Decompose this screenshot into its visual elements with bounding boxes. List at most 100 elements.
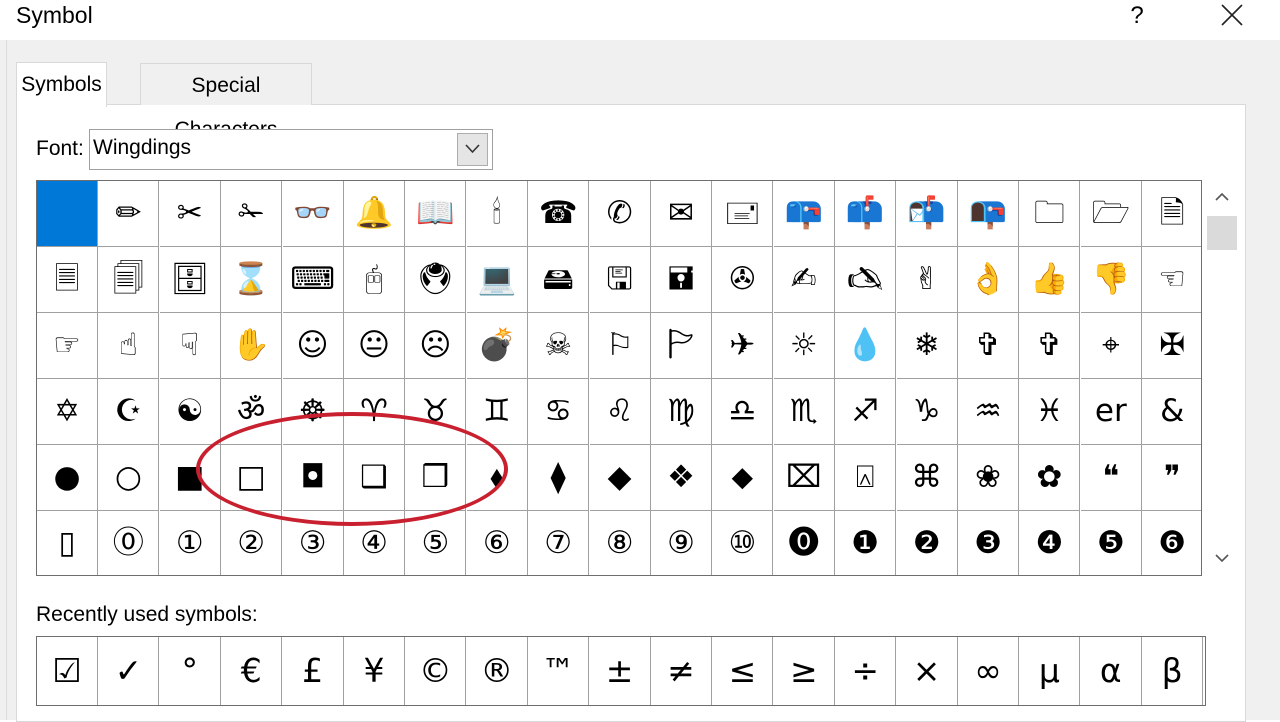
symbol-cell[interactable]: ✂ (159, 181, 221, 247)
recent-symbol-cell[interactable]: ÷ (835, 637, 897, 705)
symbol-cell[interactable]: ⑦ (528, 511, 590, 575)
symbol-cell[interactable]: ॐ (221, 379, 283, 445)
symbol-cell[interactable]: ✇ (712, 247, 774, 313)
symbol-cell[interactable]: ⓪ (98, 511, 160, 575)
symbol-cell[interactable]: ☎ (528, 181, 590, 247)
symbol-cell[interactable]: ⌛ (221, 247, 283, 313)
symbol-cell[interactable]: er (1080, 379, 1142, 445)
symbol-cell[interactable]: ❷ (897, 511, 958, 575)
symbol-cell[interactable]: ✍ (773, 247, 835, 313)
symbol-cell[interactable]: ♑ (896, 379, 958, 445)
symbol-cell[interactable]: ⬥ (712, 445, 774, 511)
recent-symbol-cell[interactable]: ≠ (651, 637, 712, 705)
recent-symbol-cell[interactable]: β (1142, 637, 1204, 705)
symbol-cell[interactable]: ❑ (344, 445, 405, 511)
help-button[interactable]: ? (1124, 0, 1150, 34)
recent-symbol-cell[interactable]: ∞ (958, 637, 1019, 705)
symbol-cell[interactable]: ③ (283, 511, 344, 575)
symbol-cell[interactable]: ◆ (589, 445, 651, 511)
symbol-cell[interactable]: ⌖ (1080, 313, 1142, 379)
symbol-cell[interactable]: ❞ (1142, 445, 1201, 511)
symbol-cell[interactable]: ♐ (835, 379, 897, 445)
symbol-cell[interactable]: ○ (98, 445, 160, 511)
recent-symbol-cell[interactable]: € (221, 637, 283, 705)
symbol-cell[interactable]: 🗏 (37, 247, 98, 313)
symbol-cell[interactable]: 🗀 (1019, 181, 1081, 247)
symbol-cell[interactable]: 💧 (835, 313, 897, 379)
recent-symbol-cell[interactable]: ® (467, 637, 528, 705)
symbol-cell[interactable]: ⧫ (528, 445, 590, 511)
recent-symbol-cell[interactable]: ° (160, 637, 221, 705)
symbol-cell[interactable]: ▯ (37, 511, 98, 575)
symbol-cell[interactable]: 💣 (466, 313, 528, 379)
symbol-cell[interactable]: 📪 (773, 181, 835, 247)
symbol-cell[interactable]: ♒ (958, 379, 1019, 445)
symbol-cell[interactable]: ☼ (773, 313, 835, 379)
symbol-cell[interactable]: ♌ (589, 379, 651, 445)
symbol-cell[interactable]: 💻 (466, 247, 528, 313)
symbol-cell[interactable]: ☝ (98, 313, 160, 379)
symbol-cell[interactable]: 📖 (405, 181, 467, 247)
scroll-down-button[interactable] (1207, 544, 1237, 574)
symbol-cell[interactable]: ⑥ (467, 511, 528, 575)
symbol-cell[interactable]: ✋ (221, 313, 283, 379)
close-button[interactable] (1212, 0, 1252, 34)
symbol-cell[interactable]: ⌧ (773, 445, 835, 511)
recent-symbol-cell[interactable]: ≥ (774, 637, 835, 705)
grid-scrollbar[interactable] (1207, 180, 1237, 576)
symbol-cell[interactable]: ✡ (37, 379, 98, 445)
symbol-cell[interactable]: ☺ (282, 313, 344, 379)
symbol-cell[interactable]: 🗁 (1080, 181, 1142, 247)
symbol-cell[interactable]: 🖰 (344, 247, 405, 313)
symbol-cell[interactable]: ✞ (958, 313, 1019, 379)
scroll-up-button[interactable] (1207, 182, 1237, 212)
symbol-cell[interactable]: ✈ (712, 313, 774, 379)
symbol-cell[interactable]: ✞ (1019, 313, 1081, 379)
symbol-cell[interactable]: 🖃 (712, 181, 774, 247)
symbol-cell[interactable]: 🗎 (1142, 181, 1201, 247)
symbol-cell[interactable]: 🔔 (344, 181, 405, 247)
symbol-cell[interactable]: 🗐 (98, 247, 160, 313)
symbol-cell[interactable]: 👌 (958, 247, 1019, 313)
symbol-cell[interactable]: ♍ (651, 379, 712, 445)
symbol-cell[interactable]: ⌨ (282, 247, 344, 313)
symbol-cell[interactable]: ♓ (1019, 379, 1081, 445)
symbol-cell[interactable]: ⬧ (466, 445, 528, 511)
symbol-cell[interactable]: 🖴 (528, 247, 590, 313)
symbol-cell[interactable]: ✏ (98, 181, 160, 247)
tab-special-characters[interactable]: Special Characters (140, 63, 312, 141)
symbol-cell[interactable]: ⚐ (589, 313, 651, 379)
symbol-cell[interactable]: ♊ (466, 379, 528, 445)
symbol-cell[interactable]: 🖫 (589, 247, 651, 313)
recent-symbol-cell[interactable]: £ (283, 637, 344, 705)
symbol-cell[interactable]: ❝ (1080, 445, 1142, 511)
symbol-cell[interactable]: ☟ (159, 313, 221, 379)
symbol-cell[interactable]: ✉ (651, 181, 712, 247)
symbol-cell[interactable]: ◘ (282, 445, 344, 511)
symbol-cell[interactable]: ♎ (712, 379, 774, 445)
symbol-cell[interactable]: ⑧ (590, 511, 651, 575)
symbol-cell[interactable]: ❀ (958, 445, 1019, 511)
symbol-cell[interactable]: ⓿ (774, 511, 835, 575)
symbol-cell[interactable]: ❺ (1081, 511, 1142, 575)
symbol-cell[interactable]: ✆ (589, 181, 651, 247)
symbol-cell[interactable]: ■ (159, 445, 221, 511)
symbol-cell[interactable]: ☞ (37, 313, 98, 379)
symbol-cell[interactable]: ① (160, 511, 221, 575)
symbol-cell[interactable]: ❒ (405, 445, 467, 511)
symbol-cell[interactable]: ⍓ (835, 445, 897, 511)
symbol-cell[interactable]: ☪ (98, 379, 160, 445)
recent-symbol-cell[interactable]: ≤ (712, 637, 774, 705)
symbol-cell[interactable]: ♏ (773, 379, 835, 445)
symbol-cell[interactable]: ● (37, 445, 98, 511)
symbol-cell[interactable]: ❖ (651, 445, 712, 511)
font-dropdown[interactable]: Wingdings (89, 129, 493, 170)
symbol-cell[interactable]: 😐 (344, 313, 405, 379)
recent-symbol-cell[interactable]: × (897, 637, 958, 705)
symbol-cell[interactable]: 📫 (835, 181, 897, 247)
symbol-cell[interactable]: ⑤ (405, 511, 467, 575)
symbol-cell[interactable]: ✌ (896, 247, 958, 313)
symbol-cell[interactable]: 🖬 (651, 247, 712, 313)
symbol-cell[interactable]: ✿ (1019, 445, 1081, 511)
symbol-cell[interactable]: ❶ (835, 511, 897, 575)
